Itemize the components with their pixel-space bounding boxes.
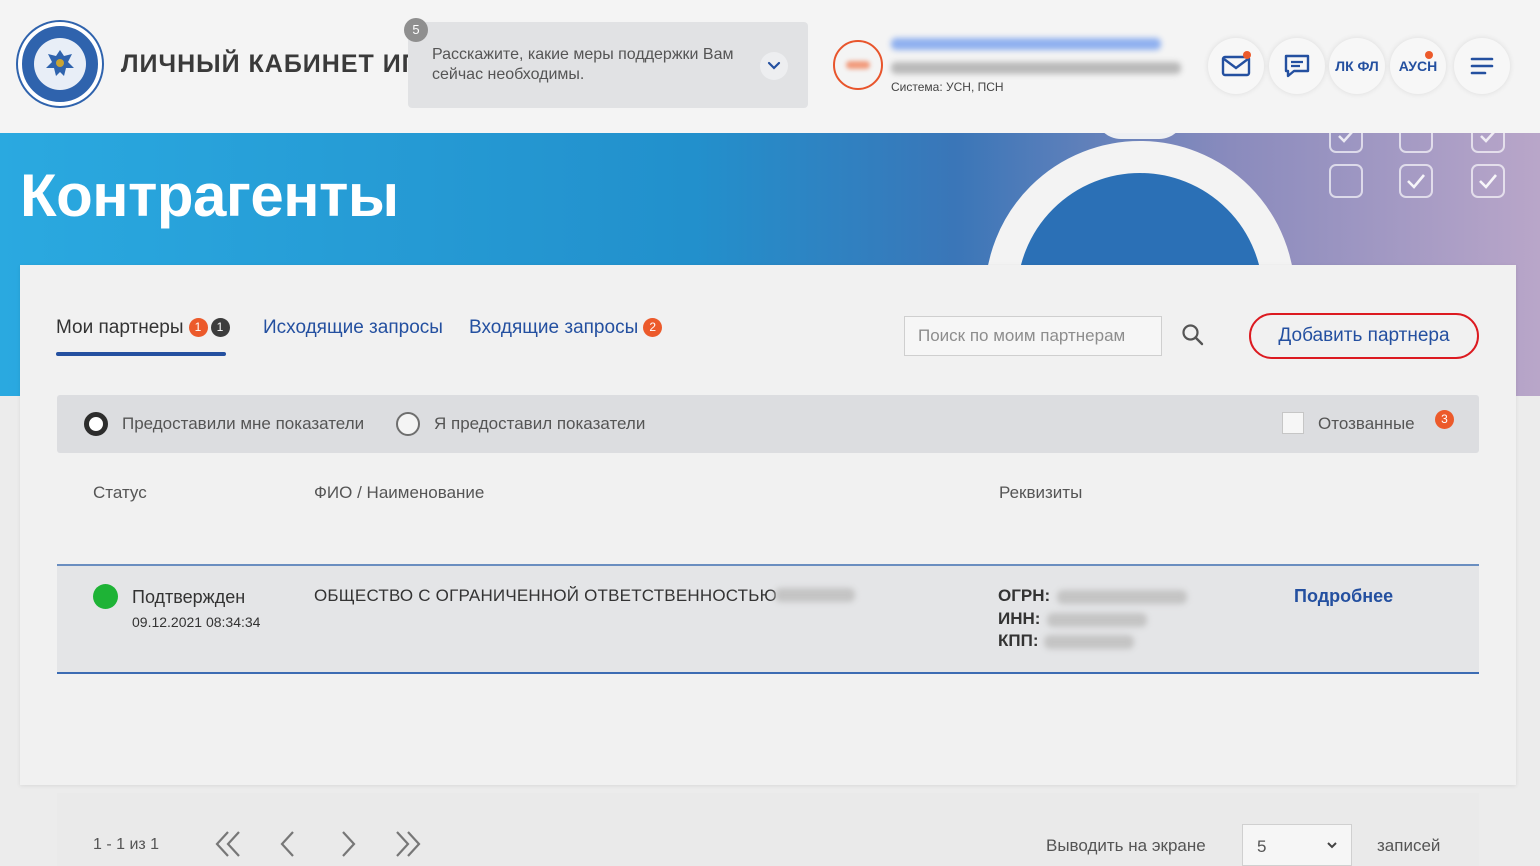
- decorative-checkbox-icon: [1471, 164, 1505, 198]
- prev-page-icon[interactable]: [271, 827, 305, 861]
- pagination-bar: 1 - 1 из 1 Выводить на экране 5 записей: [57, 793, 1479, 866]
- tab-outgoing-requests[interactable]: Исходящие запросы: [263, 317, 443, 339]
- notification-dot: [1243, 51, 1251, 59]
- column-header-status: Статус: [93, 483, 147, 502]
- decorative-checkbox-icon: [1471, 133, 1505, 153]
- tax-system: Система: УСН, ПСН: [891, 80, 1004, 94]
- details-link[interactable]: Подробнее: [1294, 586, 1393, 607]
- ausn-label: АУСН: [1398, 58, 1438, 74]
- chevron-down-icon[interactable]: [760, 52, 788, 80]
- kpp-label: КПП:: [998, 631, 1039, 650]
- cabinet-title: ЛИЧНЫЙ КАБИНЕТ ИП: [121, 50, 421, 78]
- first-page-icon[interactable]: [211, 827, 245, 861]
- new-count-badge: 1: [188, 318, 208, 337]
- tab-incoming-requests[interactable]: Входящие запросы 2: [469, 317, 663, 339]
- ogrn-label: ОГРН:: [998, 586, 1051, 605]
- inn-label: ИНН:: [998, 609, 1041, 628]
- tab-label: Мои партнеры: [56, 317, 184, 338]
- page-title: Контрагенты: [20, 162, 399, 229]
- survey-text: Расскажите, какие меры поддержки Вам сей…: [432, 46, 734, 83]
- per-page-value: 5: [1257, 837, 1267, 856]
- last-page-icon[interactable]: [391, 827, 425, 861]
- radio-provided-label[interactable]: Я предоставил показатели: [434, 414, 645, 434]
- table-row[interactable]: Подтвержден 09.12.2021 08:34:34 ОБЩЕСТВО…: [57, 564, 1479, 674]
- support-survey-banner[interactable]: 5 Расскажите, какие меры поддержки Вам с…: [404, 18, 808, 108]
- hamburger-menu-icon: [1470, 57, 1494, 75]
- messages-button[interactable]: [1208, 38, 1264, 94]
- kpp-value-redacted: [1044, 635, 1134, 649]
- fns-logo[interactable]: [18, 22, 102, 106]
- radio-received-indicators[interactable]: [84, 412, 108, 436]
- decorative-checkbox-icon: [1399, 133, 1433, 153]
- records-label: записей: [1377, 836, 1441, 855]
- lk-fl-button[interactable]: ЛК ФЛ: [1329, 38, 1385, 94]
- per-page-select[interactable]: 5: [1242, 824, 1352, 866]
- new-count-badge: 2: [643, 318, 663, 337]
- tab-my-partners[interactable]: Мои партнеры 1 1: [56, 317, 230, 339]
- survey-badge: 5: [404, 18, 428, 42]
- column-header-requisites: Реквизиты: [999, 483, 1083, 502]
- next-page-icon[interactable]: [331, 827, 365, 861]
- ausn-button[interactable]: АУСН: [1390, 38, 1446, 94]
- recalled-label[interactable]: Отозванные: [1318, 414, 1415, 434]
- partner-name: ОБЩЕСТВО С ОГРАНИЧЕННОЙ ОТВЕТСТВЕННОСТЬЮ: [314, 586, 777, 605]
- partner-search-input[interactable]: [904, 316, 1162, 356]
- user-name-redacted[interactable]: [891, 38, 1161, 50]
- decorative-checkbox-icon: [1399, 164, 1433, 198]
- decorative-checkbox-icon: [1329, 164, 1363, 198]
- top-header: ЛИЧНЫЙ КАБИНЕТ ИП 5 Расскажите, какие ме…: [0, 0, 1540, 133]
- active-tab-indicator: [56, 352, 226, 356]
- search-icon[interactable]: [1180, 322, 1206, 348]
- chat-button[interactable]: [1269, 38, 1325, 94]
- user-avatar[interactable]: [833, 40, 883, 90]
- per-page-label: Выводить на экране: [1046, 836, 1206, 855]
- column-header-name: ФИО / Наименование: [314, 483, 485, 502]
- add-partner-button[interactable]: Добавить партнера: [1249, 313, 1479, 359]
- ogrn-value-redacted: [1057, 590, 1187, 604]
- page-range: 1 - 1 из 1: [93, 836, 160, 853]
- decorative-shape: [1095, 133, 1185, 139]
- partners-card: Мои партнеры 1 1 Исходящие запросы Входящи…: [20, 265, 1516, 785]
- count-badge: 1: [210, 318, 230, 337]
- recalled-checkbox[interactable]: [1282, 412, 1304, 434]
- user-inn-redacted: [891, 62, 1181, 74]
- decorative-checkbox-icon: [1329, 133, 1363, 153]
- menu-button[interactable]: [1454, 38, 1510, 94]
- notification-dot: [1425, 51, 1433, 59]
- chevron-down-icon: [1327, 842, 1337, 849]
- inn-value-redacted: [1047, 613, 1147, 627]
- radio-received-label[interactable]: Предоставили мне показатели: [122, 414, 364, 434]
- status-confirmed-icon: [93, 584, 118, 609]
- filter-bar: Предоставили мне показатели Я предостави…: [57, 395, 1479, 453]
- eagle-emblem-icon: [34, 38, 86, 90]
- tab-label: Входящие запросы: [469, 317, 639, 338]
- recalled-count-badge: 3: [1435, 410, 1454, 429]
- status-text: Подтвержден: [132, 587, 246, 607]
- status-date: 09.12.2021 08:34:34: [132, 614, 261, 630]
- partner-name-redacted: [775, 588, 855, 602]
- chat-icon: [1284, 54, 1310, 78]
- radio-provided-indicators[interactable]: [396, 412, 420, 436]
